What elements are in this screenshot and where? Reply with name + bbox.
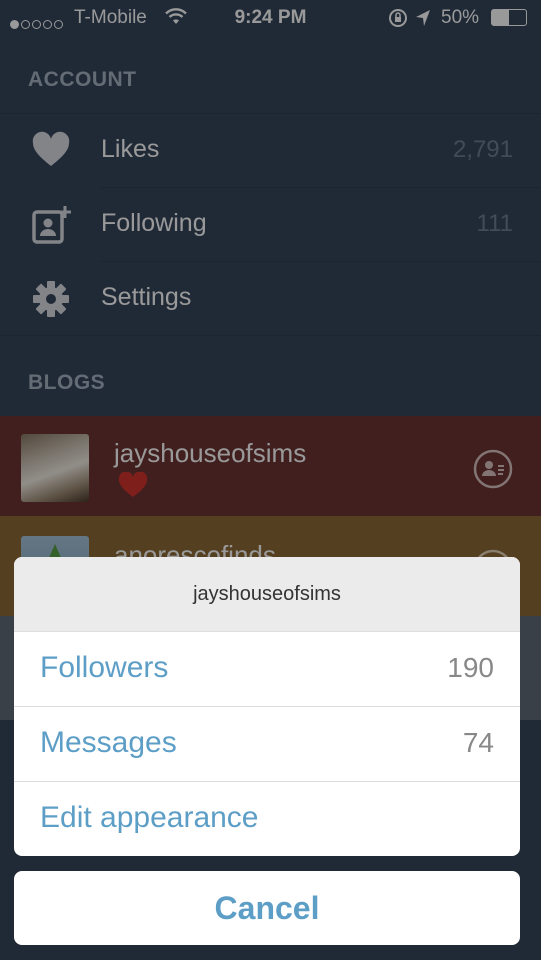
messages-option[interactable]: Messages 74: [14, 706, 520, 781]
followers-count: 190: [447, 652, 494, 683]
action-sheet: jayshouseofsims Followers 190 Messages 7…: [14, 557, 520, 856]
messages-label: Messages: [40, 726, 177, 759]
followers-option[interactable]: Followers 190: [14, 631, 520, 706]
action-sheet-title: jayshouseofsims: [14, 557, 520, 631]
cancel-button[interactable]: Cancel: [14, 871, 520, 945]
edit-appearance-option[interactable]: Edit appearance: [14, 781, 520, 856]
edit-appearance-label: Edit appearance: [40, 801, 259, 834]
messages-count: 74: [462, 727, 494, 758]
followers-label: Followers: [40, 651, 169, 684]
